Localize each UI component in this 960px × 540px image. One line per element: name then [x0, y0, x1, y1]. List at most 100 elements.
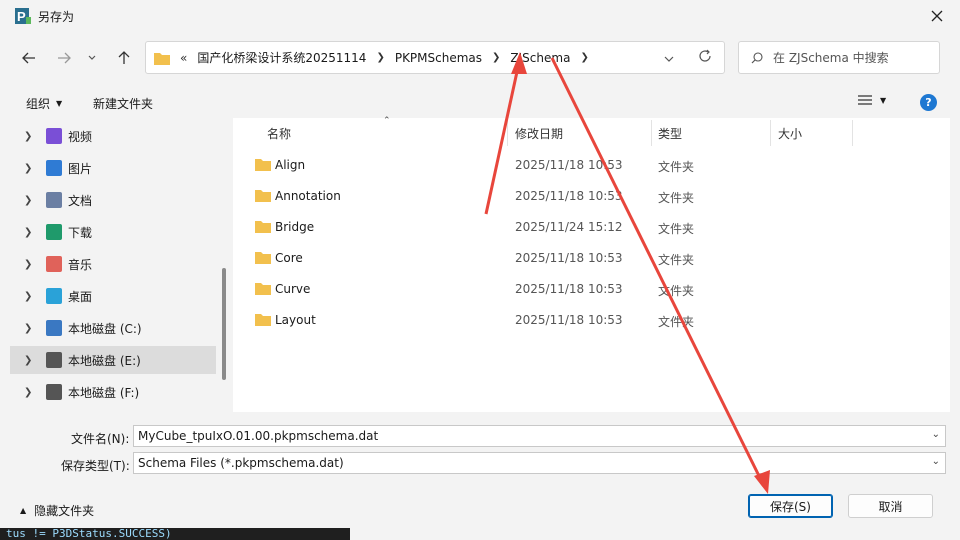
chevron-down-icon[interactable]: ⌄	[932, 429, 940, 440]
breadcrumb-item-schemas[interactable]: PKPMSchemas	[389, 51, 488, 65]
navigation-pane: ❯ 视频 ❯ 图片 ❯ 文档 ❯ 下载 ❯ 音乐 ❯ 桌面 ❯ 本地磁盘 (C:) ❯ 本地磁盘 (E:) ❯ 本…	[10, 118, 216, 412]
chevron-right-icon[interactable]: ❯	[24, 291, 40, 302]
chevron-right-icon[interactable]: ❯	[372, 52, 388, 63]
column-divider[interactable]	[770, 120, 771, 146]
drive-icon	[46, 384, 62, 400]
picture-icon	[46, 160, 62, 176]
column-divider[interactable]	[852, 120, 853, 146]
file-type: 文件夹	[658, 160, 695, 174]
refresh-icon	[699, 49, 711, 62]
view-options-button[interactable]: ▼	[858, 95, 886, 105]
sidebar-item[interactable]: ❯ 桌面	[10, 282, 216, 310]
file-type: 文件夹	[658, 315, 695, 329]
music-icon	[46, 256, 62, 272]
file-name: Core	[275, 251, 303, 265]
folder-icon	[255, 221, 271, 233]
file-type: 文件夹	[658, 222, 695, 236]
file-name: Align	[275, 158, 306, 172]
chevron-right-icon[interactable]: ❯	[488, 52, 504, 63]
sidebar-item[interactable]: ❯ 本地磁盘 (F:)	[10, 378, 216, 406]
refresh-button[interactable]	[698, 49, 712, 66]
hide-folders-toggle[interactable]: ▲ 隐藏文件夹	[20, 502, 94, 519]
save-button[interactable]: 保存(S)	[748, 494, 833, 518]
recent-locations-button[interactable]	[82, 45, 102, 71]
sidebar-item[interactable]: ❯ 音乐	[10, 250, 216, 278]
column-header-size[interactable]: 大小	[778, 118, 802, 148]
file-list: ⌃ 名称 修改日期 类型 大小 Align 2025/11/18 10:53 文件夹…	[233, 116, 950, 412]
back-button[interactable]	[16, 45, 42, 71]
chevron-down-icon[interactable]: ⌄	[932, 456, 940, 467]
file-date: 2025/11/18 10:53	[515, 313, 623, 327]
search-icon	[751, 51, 763, 63]
table-row[interactable]: Core 2025/11/18 10:53 文件夹	[233, 243, 950, 274]
drive-icon	[46, 352, 62, 368]
table-row[interactable]: Layout 2025/11/18 10:53 文件夹	[233, 305, 950, 336]
filetype-select[interactable]: Schema Files (*.pkpmschema.dat) ⌄	[133, 452, 946, 474]
sidebar-item[interactable]: ❯ 图片	[10, 154, 216, 182]
file-date: 2025/11/18 10:53	[515, 189, 623, 203]
search-box[interactable]: 在 ZJSchema 中搜索	[738, 41, 940, 74]
table-row[interactable]: Curve 2025/11/18 10:53 文件夹	[233, 274, 950, 305]
help-icon[interactable]: ?	[920, 94, 937, 111]
sidebar-item[interactable]: ❯ 下载	[10, 218, 216, 246]
chevron-right-icon[interactable]: ❯	[24, 259, 40, 270]
column-divider[interactable]	[651, 120, 652, 146]
app-logo-icon: P	[14, 7, 32, 25]
sidebar-item[interactable]: ❯ 视频	[10, 122, 216, 150]
close-icon	[931, 10, 943, 22]
up-button[interactable]	[111, 45, 137, 71]
arrow-left-icon	[22, 52, 35, 64]
sidebar-item-label: 下载	[68, 225, 93, 240]
sidebar-item-label: 图片	[68, 161, 93, 176]
chevron-right-icon[interactable]: ❯	[24, 131, 40, 142]
download-icon	[46, 224, 62, 240]
folder-icon	[255, 314, 271, 326]
breadcrumb-item-root[interactable]: 国产化桥梁设计系统20251114	[191, 49, 372, 66]
caret-down-icon: ▼	[880, 95, 887, 105]
sidebar-item-label: 本地磁盘 (E:)	[68, 353, 141, 368]
sidebar-scrollbar[interactable]	[222, 268, 226, 380]
cancel-button[interactable]: 取消	[848, 494, 933, 518]
search-input[interactable]: 在 ZJSchema 中搜索	[773, 49, 889, 66]
file-type: 文件夹	[658, 284, 695, 298]
table-row[interactable]: Bridge 2025/11/24 15:12 文件夹	[233, 212, 950, 243]
new-folder-button[interactable]: 新建文件夹	[93, 95, 153, 112]
sidebar-item[interactable]: ❯ 文档	[10, 186, 216, 214]
file-type: 文件夹	[658, 191, 695, 205]
column-header-name[interactable]: 名称	[267, 118, 291, 148]
forward-button[interactable]	[51, 45, 77, 71]
file-name: Layout	[275, 313, 316, 327]
sidebar-item-label: 桌面	[68, 289, 93, 304]
column-divider[interactable]	[507, 120, 508, 146]
chevron-right-icon[interactable]: ❯	[24, 323, 40, 334]
chevron-right-icon[interactable]: ❯	[24, 195, 40, 206]
chevron-right-icon[interactable]: ❯	[24, 227, 40, 238]
chevron-right-icon[interactable]: ❯	[24, 387, 40, 398]
column-header-date[interactable]: 修改日期	[515, 118, 563, 148]
chevron-right-icon[interactable]: ❯	[576, 52, 592, 63]
sidebar-item[interactable]: ❯ 本地磁盘 (E:)	[10, 346, 216, 374]
breadcrumb-overflow[interactable]: «	[176, 51, 191, 65]
close-button[interactable]	[924, 3, 950, 29]
chevron-right-icon[interactable]: ❯	[24, 355, 40, 366]
folder-icon	[255, 159, 271, 171]
filename-value[interactable]: MyCube_tpuIxO.01.00.pkpmschema.dat	[138, 429, 378, 443]
filename-field[interactable]: MyCube_tpuIxO.01.00.pkpmschema.dat ⌄	[133, 425, 946, 447]
sidebar-item-label: 本地磁盘 (F:)	[68, 385, 140, 400]
breadcrumb-item-current[interactable]: ZJSchema	[504, 51, 576, 65]
address-bar[interactable]: « 国产化桥梁设计系统20251114 ❯ PKPMSchemas ❯ ZJSc…	[145, 41, 725, 74]
sidebar-item-label: 视频	[68, 129, 93, 144]
background-code-editor: tus != P3DStatus.SUCCESS)	[0, 528, 350, 540]
sidebar-item[interactable]: ❯ 本地磁盘 (C:)	[10, 314, 216, 342]
column-header-type[interactable]: 类型	[658, 118, 682, 148]
file-date: 2025/11/18 10:53	[515, 251, 623, 265]
svg-text:P: P	[17, 9, 26, 24]
address-history-dropdown[interactable]	[664, 51, 674, 65]
organize-button[interactable]: 组织 ▼	[26, 95, 62, 112]
table-row[interactable]: Align 2025/11/18 10:53 文件夹	[233, 150, 950, 181]
organize-label: 组织	[26, 97, 51, 111]
file-date: 2025/11/24 15:12	[515, 220, 623, 234]
sort-ascending-icon: ⌃	[383, 116, 391, 126]
chevron-right-icon[interactable]: ❯	[24, 163, 40, 174]
table-row[interactable]: Annotation 2025/11/18 10:53 文件夹	[233, 181, 950, 212]
